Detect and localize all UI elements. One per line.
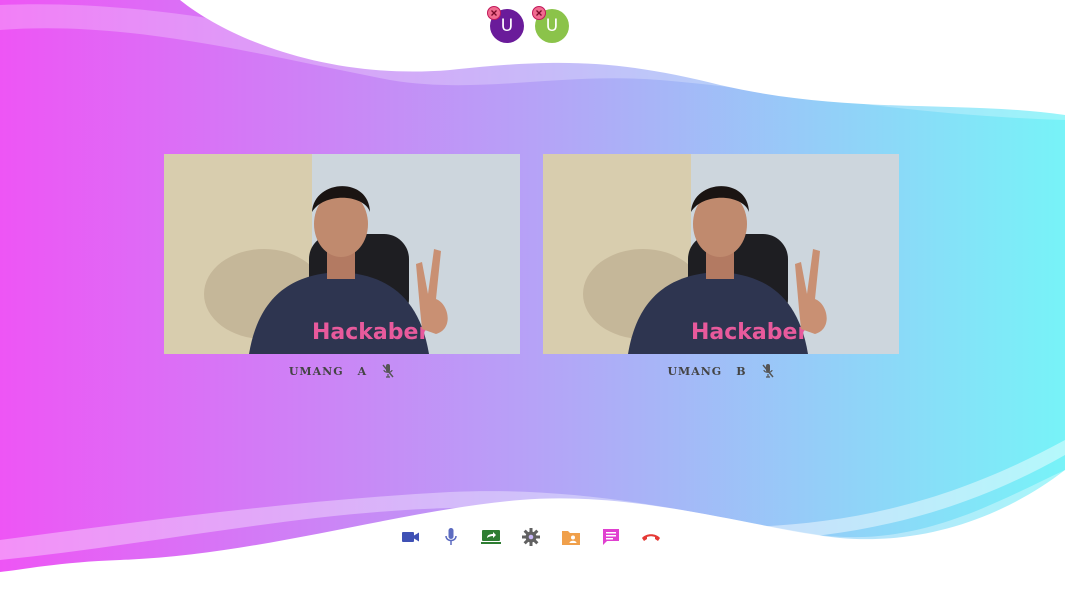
microphone-icon <box>445 528 457 545</box>
end-call-button[interactable] <box>641 526 661 548</box>
toggle-mic-button[interactable] <box>441 526 461 548</box>
participant-last-name: B <box>736 364 747 378</box>
video-camera-icon <box>402 532 419 542</box>
participant-last-name: A <box>357 364 368 378</box>
participant-caption: UMANG B <box>543 363 899 379</box>
video-feed-image: Hackaber <box>543 154 899 354</box>
background-wave <box>0 0 1065 598</box>
call-controls-toolbar <box>401 526 661 548</box>
share-screen-button[interactable] <box>481 526 501 548</box>
mic-muted-icon <box>381 363 395 379</box>
settings-gear-icon <box>522 528 540 546</box>
contacts-folder-icon <box>562 531 580 545</box>
svg-text:Hackaber: Hackaber <box>312 320 429 345</box>
shared-contacts-button[interactable] <box>561 526 581 548</box>
svg-text:Hackaber: Hackaber <box>691 320 808 345</box>
video-feed-image: Hackaber <box>164 154 520 354</box>
video-tile[interactable]: Hackaber <box>543 154 899 354</box>
participant-first-name: UMANG <box>667 364 723 378</box>
toggle-video-button[interactable] <box>401 526 421 548</box>
settings-button[interactable] <box>521 526 541 548</box>
call-screen: U U Hackaber UMANG A Hackaber UMANG B <box>0 0 1065 598</box>
participant-caption: UMANG A <box>164 363 520 379</box>
participant-avatar[interactable]: U <box>487 6 524 43</box>
chat-button[interactable] <box>601 526 621 548</box>
avatar-initial: U <box>500 16 514 36</box>
remove-participant-icon[interactable] <box>532 6 546 20</box>
avatar-initial: U <box>545 16 559 36</box>
participant-avatars: U U <box>487 6 569 43</box>
chat-icon <box>603 529 619 545</box>
participant-avatar[interactable]: U <box>532 6 569 43</box>
end-call-icon <box>642 534 660 541</box>
remove-participant-icon[interactable] <box>487 6 501 20</box>
mic-muted-icon <box>761 363 775 379</box>
participant-first-name: UMANG <box>288 364 344 378</box>
video-tile[interactable]: Hackaber <box>164 154 520 354</box>
screen-share-icon <box>481 530 501 544</box>
